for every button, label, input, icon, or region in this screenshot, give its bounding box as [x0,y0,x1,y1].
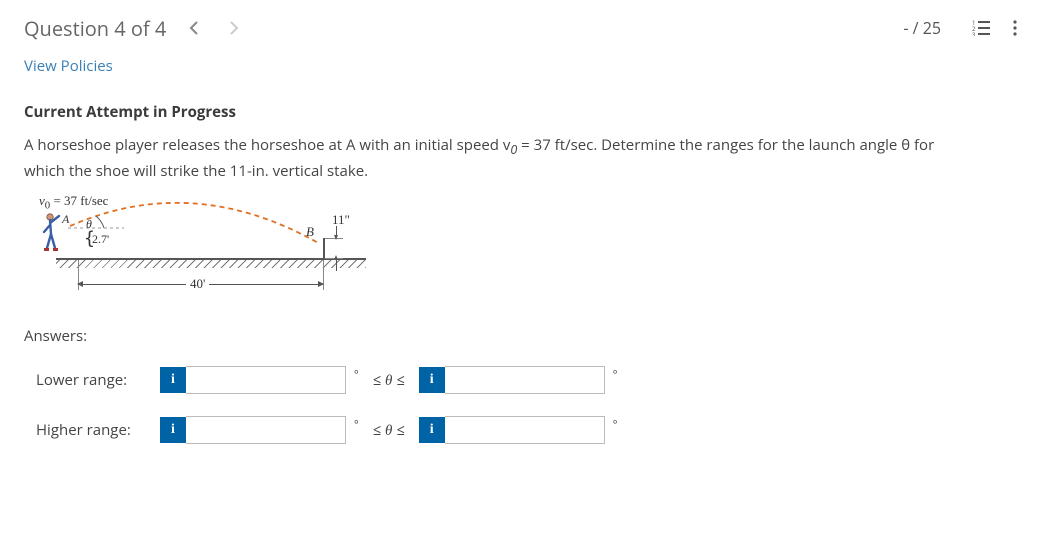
lower-range-input-b[interactable] [445,366,605,394]
higher-range-label: Higher range: [36,420,146,440]
stake-icon [323,238,325,260]
question-list-button[interactable]: 1 2 3 [967,14,995,42]
svg-text:3: 3 [972,31,976,36]
prev-question-button[interactable] [182,16,206,40]
lower-range-input-a[interactable] [186,366,346,394]
range-between: ≤ θ ≤ [373,370,405,390]
info-button-lower-a[interactable]: i [160,367,186,393]
fig-release-height: 2.7' [92,232,109,247]
problem-figure: v0 = 37 ft/sec A θ { 2.7' B 11" 40' [36,198,366,308]
degree-symbol: ° [613,417,618,432]
attempt-heading: Current Attempt in Progress [0,86,1053,134]
degree-symbol: ° [354,417,359,432]
answers-heading: Answers: [0,308,1053,360]
lower-range-row: Lower range: i ° ≤ θ ≤ i ° [0,360,1053,410]
degree-symbol: ° [354,367,359,382]
fig-stake-height: 11" [332,212,350,228]
higher-range-input-a[interactable] [186,416,346,444]
view-policies-link[interactable]: View Policies [0,52,137,86]
more-options-button[interactable] [1001,14,1029,42]
player-icon [42,212,64,258]
lower-range-label: Lower range: [36,370,146,390]
info-button-lower-b[interactable]: i [419,367,445,393]
info-button-higher-b[interactable]: i [419,417,445,443]
range-between: ≤ θ ≤ [373,420,405,440]
fig-horizontal-distance: 40' [186,276,209,292]
next-question-button[interactable] [222,16,246,40]
fig-point-b: B [306,224,314,240]
prompt-text-pre: A horseshoe player releases the horsesho… [24,135,510,155]
higher-range-input-b[interactable] [445,416,605,444]
info-button-higher-a[interactable]: i [160,417,186,443]
higher-range-row: Higher range: i ° ≤ θ ≤ i ° [0,410,1053,460]
question-title: Question 4 of 4 [24,15,166,42]
degree-symbol: ° [613,367,618,382]
question-prompt: A horseshoe player releases the horsesho… [0,134,960,198]
score-display: - / 25 [903,17,941,39]
